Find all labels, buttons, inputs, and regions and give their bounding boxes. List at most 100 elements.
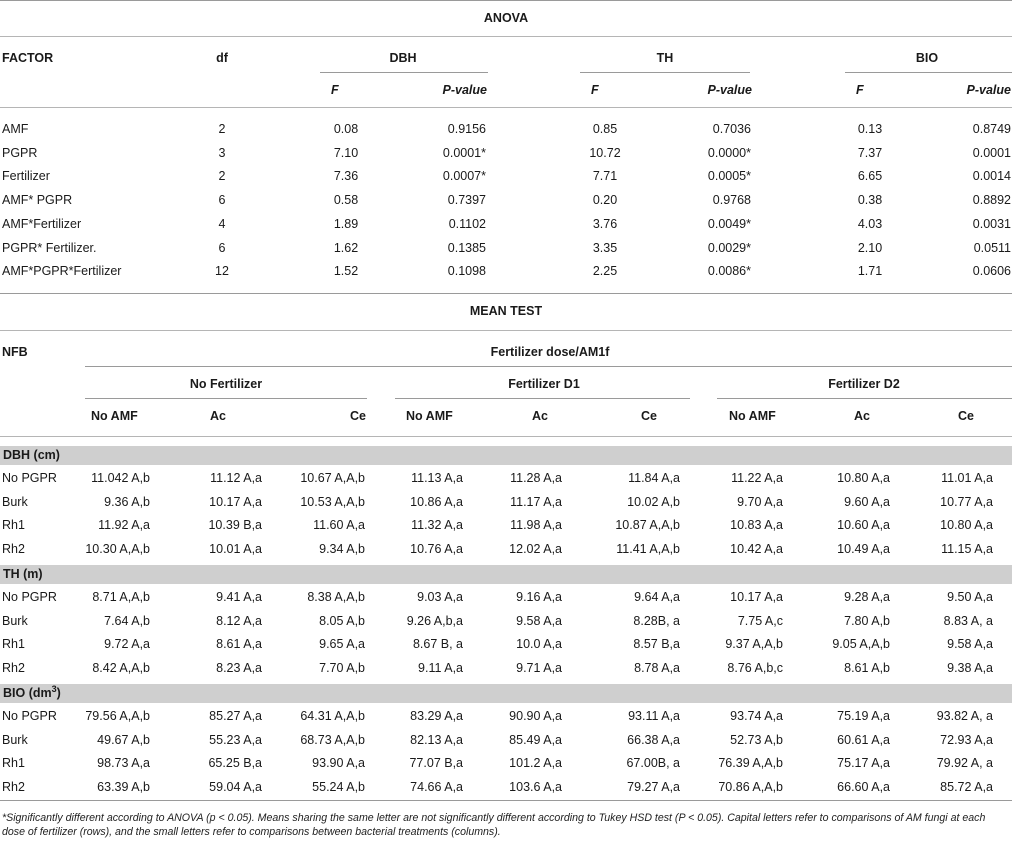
mean-value-cell: 85.72 A,a — [940, 779, 993, 794]
mean-row-label: Burk — [2, 494, 28, 509]
mean-value-cell: 52.73 A,b — [730, 732, 783, 747]
mean-value-cell: 66.60 A,a — [837, 779, 890, 794]
anova-value-cell: 1.52 — [333, 264, 359, 279]
mean-value-cell: 10.80 A,a — [837, 471, 890, 485]
sub-header-p: P-value — [966, 83, 1011, 97]
mean-value-cell: 83.29 A,a — [410, 709, 463, 723]
anova-value-cell: 0.1098 — [447, 264, 486, 279]
mean-value-cell: 11.84 A,a — [628, 471, 680, 485]
mean-row-label: Burk — [2, 613, 28, 628]
anova-df-cell: 3 — [218, 145, 226, 160]
span-header: Fertilizer dose/AM1f — [490, 345, 610, 359]
mean-value-cell: 9.38 A,a — [947, 660, 993, 675]
span-underline — [85, 366, 1012, 367]
anova-value-cell: 7.71 — [592, 169, 618, 184]
mean-value-cell: 8.67 B, a — [412, 637, 463, 652]
anova-factor-label: Fertilizer — [2, 169, 50, 184]
mean-value-cell: 66.38 A,a — [627, 732, 680, 747]
fert-group-header: No Fertilizer — [189, 377, 263, 391]
mean-value-cell: 8.42 A,A,b — [92, 660, 150, 675]
rule — [0, 107, 1012, 108]
mean-value-cell: 11.28 A,a — [510, 471, 562, 485]
mean-value-cell: 85.49 A,a — [509, 732, 562, 747]
amf-column-header: Ac — [210, 409, 226, 423]
mean-value-cell: 9.60 A,a — [844, 494, 890, 509]
mean-value-cell: 11.41 A,A,b — [616, 541, 680, 556]
mean-value-cell: 67.00B, a — [626, 756, 680, 771]
anova-value-cell: 0.0001 — [972, 145, 1011, 160]
mean-value-cell: 8.12 A,a — [216, 613, 262, 628]
mean-value-cell: 11.98 A,a — [510, 518, 562, 533]
mean-value-cell: 7.80 A,b — [844, 613, 890, 628]
mean-value-cell: 93.90 A,a — [312, 756, 365, 771]
mean-value-cell: 64.31 A,A,b — [300, 709, 365, 723]
mean-value-cell: 9.03 A,a — [417, 590, 463, 604]
mean-value-cell: 11.60 A,a — [313, 518, 365, 533]
anova-value-cell: 0.58 — [333, 193, 359, 208]
group-underline — [580, 72, 750, 73]
rule — [0, 293, 1012, 294]
mean-value-cell: 68.73 A,A,b — [300, 732, 365, 747]
mean-value-cell: 55.24 A,b — [312, 779, 365, 794]
mean-value-cell: 79.27 A,a — [627, 779, 680, 794]
mean-value-cell: 9.64 A,a — [634, 590, 680, 604]
section-header-band: DBH (cm) — [0, 446, 1012, 465]
mean-row-label: No PGPR — [2, 590, 57, 604]
anova-value-cell: 0.85 — [592, 122, 618, 136]
anova-value-cell: 0.38 — [857, 193, 883, 208]
anova-value-cell: 0.9156 — [447, 122, 486, 136]
group-header-dbh: DBH — [389, 51, 417, 65]
anova-value-cell: 0.20 — [592, 193, 618, 208]
mean-value-cell: 59.04 A,a — [209, 779, 262, 794]
mean-value-cell: 10.17 A,a — [209, 494, 262, 509]
mean-value-cell: 9.26 A,b,a — [406, 613, 463, 628]
sub-header-p: P-value — [442, 83, 487, 97]
mean-value-cell: 93.82 A, a — [936, 709, 993, 723]
mean-value-cell: 11.15 A,a — [941, 541, 993, 556]
mean-value-cell: 11.042 A,b — [91, 471, 150, 485]
mean-value-cell: 9.58 A,a — [947, 637, 993, 652]
anova-value-cell: 0.0005* — [707, 169, 751, 184]
mean-value-cell: 55.23 A,a — [209, 732, 262, 747]
mean-value-cell: 8.05 A,b — [319, 613, 365, 628]
mean-value-cell: 9.71 A,a — [516, 660, 562, 675]
rule — [0, 36, 1012, 37]
anova-df-cell: 6 — [218, 240, 226, 255]
anova-value-cell: 1.89 — [333, 216, 359, 231]
anova-value-cell: 0.7036 — [712, 122, 751, 136]
mean-row-label: Rh1 — [2, 637, 25, 652]
amf-column-header: No AMF — [729, 409, 776, 423]
anova-value-cell: 7.37 — [857, 145, 883, 160]
mean-value-cell: 90.90 A,a — [509, 709, 562, 723]
mean-value-cell: 85.27 A,a — [209, 709, 262, 723]
mean-value-cell: 10.17 A,a — [730, 590, 783, 604]
mean-value-cell: 7.75 A,c — [737, 613, 783, 628]
anova-factor-label: AMF*Fertilizer — [2, 216, 82, 231]
mean-value-cell: 75.19 A,a — [837, 709, 890, 723]
mean-value-cell: 11.22 A,a — [731, 471, 783, 485]
mean-value-cell: 8.61 A,b — [844, 660, 890, 675]
rule — [0, 436, 1012, 437]
mean-row-label: Burk — [2, 732, 28, 747]
mean-value-cell: 10.53 A,A,b — [300, 494, 365, 509]
mean-row-label: No PGPR — [2, 709, 57, 723]
mean-value-cell: 9.11 A,a — [418, 660, 463, 675]
mean-value-cell: 11.32 A,a — [411, 518, 463, 533]
mean-value-cell: 103.6 A,a — [509, 779, 562, 794]
sub-header-f: F — [856, 83, 864, 97]
mean-value-cell: 11.92 A,a — [98, 518, 150, 533]
anova-value-cell: 7.36 — [333, 169, 359, 184]
mean-value-cell: 93.74 A,a — [730, 709, 783, 723]
mean-value-cell: 74.66 A,a — [410, 779, 463, 794]
mean-value-cell: 72.93 A,a — [940, 732, 993, 747]
mean-value-cell: 8.71 A,A,b — [92, 590, 150, 604]
fert-group-underline — [395, 398, 690, 399]
mean-value-cell: 8.78 A,a — [634, 660, 680, 675]
mean-value-cell: 79.92 A, a — [936, 756, 993, 771]
mean-test-title: MEAN TEST — [469, 304, 543, 318]
mean-value-cell: 11.12 A,a — [210, 471, 262, 485]
col-factor-header: FACTOR — [2, 51, 54, 65]
mean-value-cell: 10.60 A,a — [837, 518, 890, 533]
mean-value-cell: 7.64 A,b — [104, 613, 150, 628]
mean-value-cell: 9.50 A,a — [947, 590, 993, 604]
